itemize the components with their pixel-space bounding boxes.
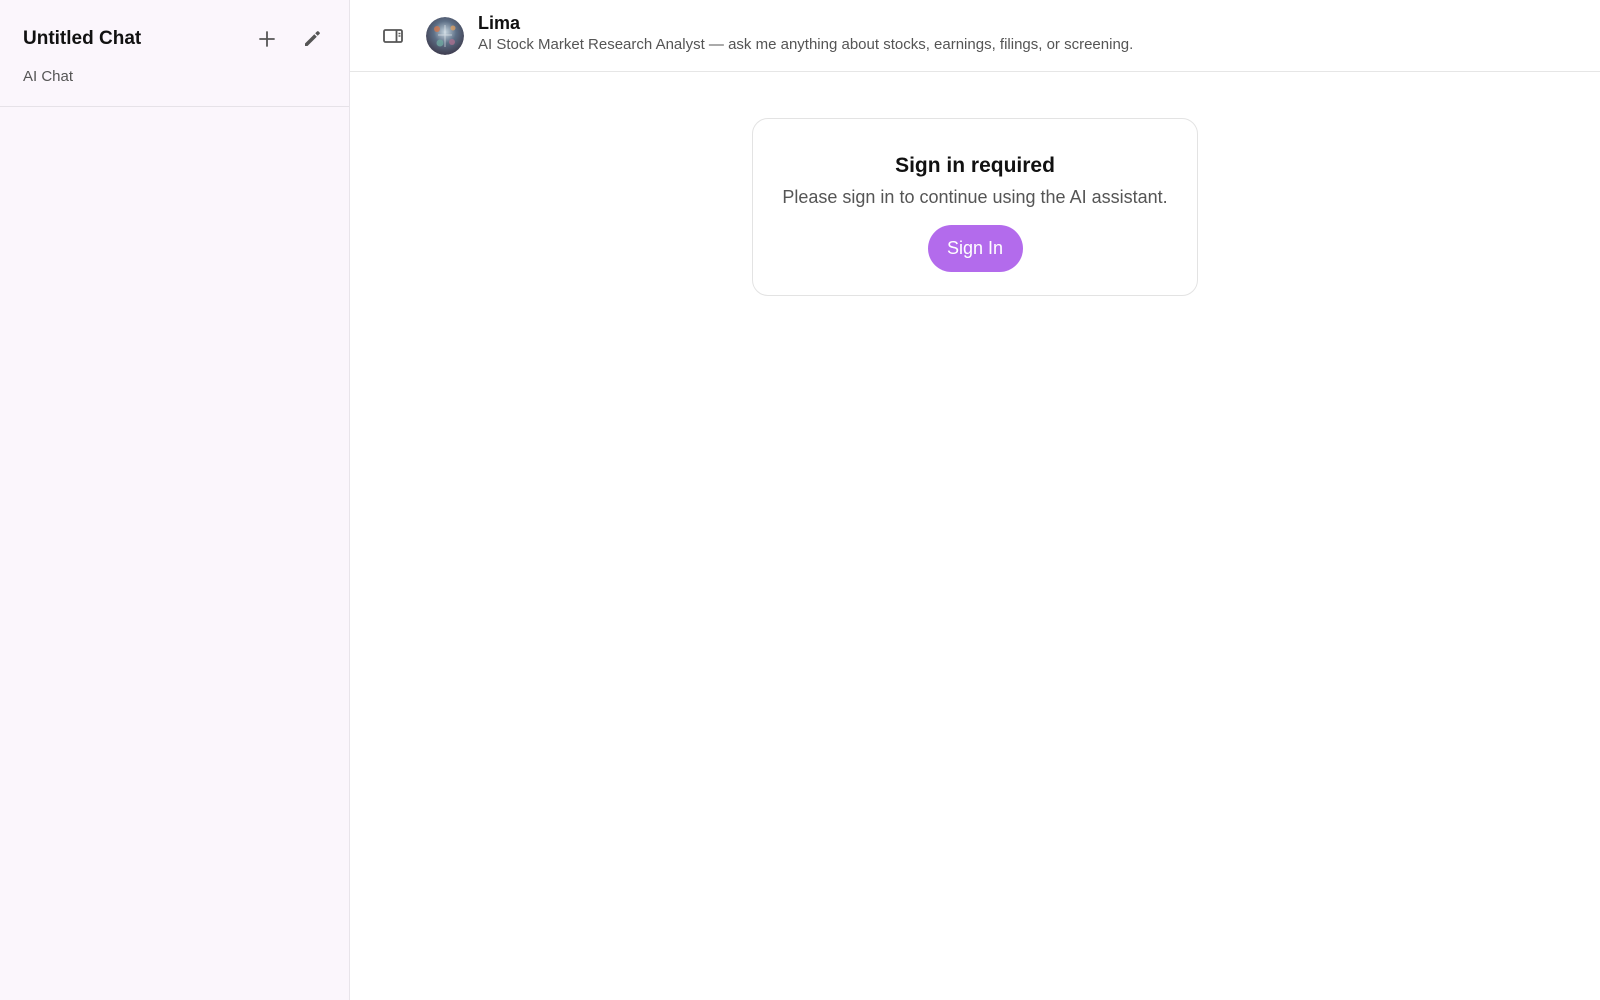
new-chat-button[interactable] <box>253 25 280 52</box>
pencil-icon <box>304 30 320 46</box>
signin-card: Sign in required Please sign in to conti… <box>752 118 1198 296</box>
signin-message: Please sign in to continue using the AI … <box>782 187 1168 207</box>
signin-title: Sign in required <box>895 154 1055 177</box>
agent-name: Lima <box>478 13 521 33</box>
agent-description: AI Stock Market Research Analyst — ask m… <box>478 36 1134 53</box>
sidebar-toggle-button[interactable] <box>380 23 406 49</box>
plus-icon <box>258 30 275 47</box>
sidebar-toggle-icon <box>383 28 403 43</box>
chat-subtitle: AI Chat <box>23 68 74 85</box>
sign-in-button[interactable]: Sign In <box>927 225 1023 272</box>
sidebar: Untitled Chat AI Chat <box>0 0 350 1000</box>
app-root: Untitled Chat AI Chat Lima AI Stock Mark… <box>0 0 1600 1000</box>
agent-avatar <box>426 16 464 55</box>
agent-info: Lima AI Stock Market Research Analyst — … <box>478 12 1133 55</box>
main-panel: Lima AI Stock Market Research Analyst — … <box>350 0 1600 1000</box>
sidebar-actions <box>253 25 325 52</box>
top-bar: Lima AI Stock Market Research Analyst — … <box>350 0 1600 72</box>
chat-content: Sign in required Please sign in to conti… <box>350 72 1600 1000</box>
sidebar-header: Untitled Chat AI Chat <box>0 0 349 107</box>
edit-chat-button[interactable] <box>298 25 325 52</box>
